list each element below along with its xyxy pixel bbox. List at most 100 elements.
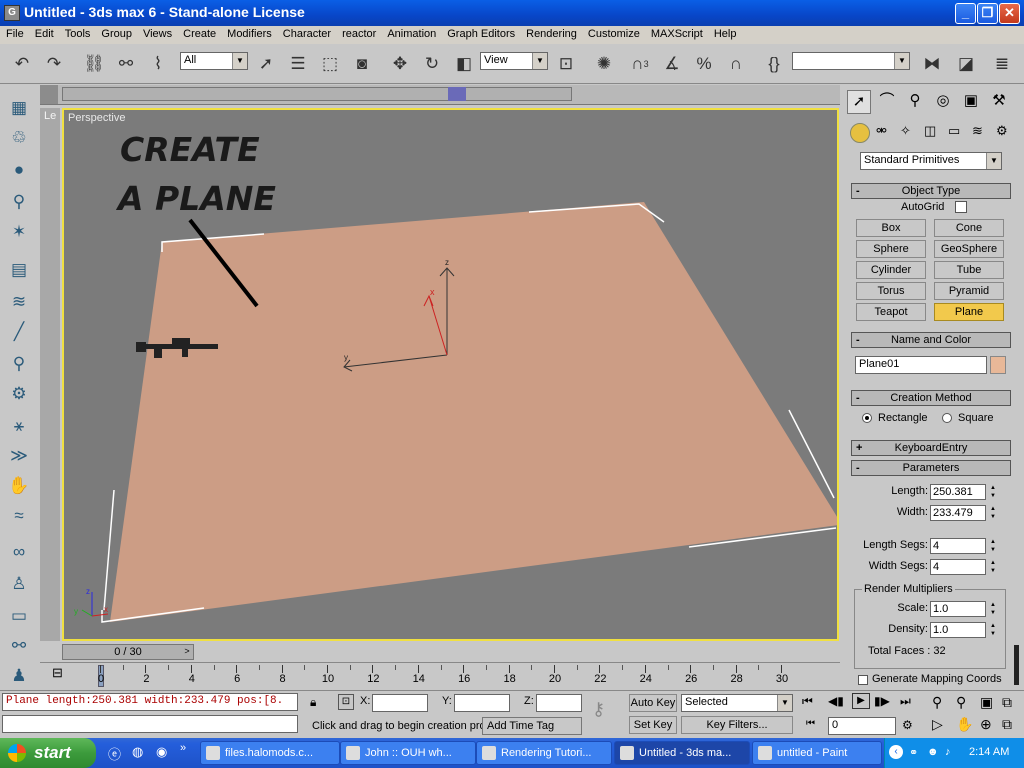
light-tool-icon[interactable]: ⚲ bbox=[6, 190, 32, 214]
start-button[interactable]: start bbox=[0, 738, 96, 768]
ie-quicklaunch-icon[interactable]: ⓔ bbox=[108, 744, 121, 763]
fish-tool-icon[interactable]: ≫ bbox=[6, 444, 32, 468]
angle-snap-icon[interactable]: ∡ bbox=[660, 52, 684, 76]
zoom-all-icon[interactable]: ⚲ bbox=[956, 694, 966, 711]
task-paint[interactable]: untitled - Paint bbox=[752, 741, 882, 765]
select-object-icon[interactable]: ➚ bbox=[254, 52, 278, 76]
track-bar[interactable]: ⊟ 0 2 4 6 8 10 12 14 16 18 20 22 24 26 28 30 bbox=[40, 662, 840, 688]
panel-scrollbar[interactable] bbox=[1014, 645, 1019, 685]
lock-selection-icon[interactable]: 🔒︎ bbox=[310, 695, 316, 710]
modify-tab-icon[interactable]: ⌒ bbox=[875, 90, 899, 114]
z-coord-field[interactable] bbox=[536, 694, 582, 712]
knot-tool-icon[interactable]: ∞ bbox=[6, 540, 32, 564]
width-segs-spinner-arrows[interactable]: ▲ ▼ bbox=[987, 559, 999, 575]
square-radio[interactable] bbox=[942, 413, 952, 423]
go-to-end-icon[interactable]: ⏭ bbox=[900, 694, 911, 709]
viewport-scrub-bar[interactable] bbox=[62, 87, 572, 101]
length-spinner-arrows[interactable]: ▲ ▼ bbox=[987, 484, 999, 500]
helpers-category-icon[interactable]: ▭ bbox=[948, 123, 960, 139]
menu-modifiers[interactable]: Modifiers bbox=[221, 26, 277, 40]
maxscript-input-line[interactable] bbox=[2, 715, 298, 733]
scale-spinner-arrows[interactable]: ▲ ▼ bbox=[987, 601, 999, 617]
creation-method-rollout[interactable]: - Creation Method bbox=[851, 390, 1011, 406]
undo-icon[interactable]: ↶ bbox=[10, 52, 34, 76]
time-slider-thumb[interactable]: 0 / 30 bbox=[62, 644, 194, 660]
task-john-ouh[interactable]: John :: OUH wh... bbox=[340, 741, 476, 765]
previous-frame-icon[interactable]: ◀▮ bbox=[828, 694, 844, 708]
rectangular-selection-icon[interactable]: ⬚ bbox=[318, 52, 342, 76]
next-frame-icon[interactable]: ▮▶ bbox=[874, 694, 890, 708]
box-button[interactable]: Box bbox=[856, 219, 926, 237]
density-spinner-arrows[interactable]: ▲ ▼ bbox=[987, 622, 999, 638]
select-and-move-icon[interactable]: ✥ bbox=[388, 52, 412, 76]
shapes-category-icon[interactable]: ⚮ bbox=[876, 123, 887, 139]
menu-character[interactable]: Character bbox=[277, 26, 336, 40]
viewport-thumb[interactable] bbox=[448, 87, 466, 101]
hierarchy-tab-icon[interactable]: ⚲ bbox=[903, 90, 927, 114]
minimize-button[interactable]: _ bbox=[955, 3, 976, 24]
window-crossing-icon[interactable]: ◙ bbox=[350, 52, 374, 76]
mesh-tool-icon[interactable]: ⚯ bbox=[6, 634, 32, 658]
redo-icon[interactable]: ↷ bbox=[42, 52, 66, 76]
network-tray-icon[interactable]: ⚭ bbox=[909, 746, 918, 759]
volume-tray-icon[interactable]: ♪ bbox=[945, 746, 951, 758]
material-tool-icon[interactable]: ▤ bbox=[6, 258, 32, 282]
menu-help[interactable]: Help bbox=[708, 26, 742, 40]
plane-button[interactable]: Plane bbox=[934, 303, 1004, 321]
torus-button[interactable]: Torus bbox=[856, 282, 926, 300]
menu-maxscript[interactable]: MAXScript bbox=[645, 26, 708, 40]
named-selection-dropdown[interactable]: ▼ bbox=[792, 52, 910, 70]
menu-graph-editors[interactable]: Graph Editors bbox=[441, 26, 520, 40]
time-config-icon[interactable]: ⚙ bbox=[902, 718, 913, 732]
name-and-color-rollout[interactable]: - Name and Color bbox=[851, 332, 1011, 348]
tray-expand-icon[interactable]: ‹ bbox=[889, 745, 903, 759]
current-frame-field[interactable]: 0 bbox=[828, 717, 896, 735]
snap-toggle-icon[interactable]: ∩ 3 bbox=[628, 52, 652, 76]
zoom-extents-all-icon[interactable]: ⧉ bbox=[1002, 694, 1012, 711]
perspective-viewport[interactable]: Perspective z x y CREATE A PLANE z x y bbox=[62, 108, 839, 641]
mirror-icon[interactable]: ⧓ bbox=[920, 52, 944, 76]
pose-tool-icon[interactable]: ♟ bbox=[6, 664, 32, 688]
length-segs-spinner-arrows[interactable]: ▲ ▼ bbox=[987, 538, 999, 554]
gear-icon[interactable]: ⚙ bbox=[6, 382, 32, 406]
cameras-category-icon[interactable]: ◫ bbox=[924, 123, 936, 139]
viewport-slider-strip[interactable] bbox=[40, 85, 840, 105]
menu-create[interactable]: Create bbox=[177, 26, 221, 40]
generate-mapping-checkbox[interactable] bbox=[858, 675, 868, 685]
width-segs-input[interactable]: 4 bbox=[930, 559, 986, 575]
maxscript-listener-line[interactable]: Plane length:250.381 width:233.479 pos:[… bbox=[2, 693, 298, 711]
cylinder-button[interactable]: Cylinder bbox=[856, 261, 926, 279]
spacewarps-category-icon[interactable]: ≋ bbox=[972, 123, 983, 139]
edit-named-selection-icon[interactable]: {} bbox=[762, 52, 786, 76]
autogrid-checkbox[interactable] bbox=[955, 201, 967, 213]
manipulate-icon[interactable]: ✺ bbox=[592, 52, 616, 76]
box-tool-icon[interactable]: ▦ bbox=[6, 96, 32, 120]
width-spinner-arrows[interactable]: ▲ ▼ bbox=[987, 505, 999, 521]
key-mode-icon[interactable]: ⚷ bbox=[592, 699, 605, 720]
media-quicklaunch-icon[interactable]: ◉ bbox=[156, 744, 167, 760]
object-type-rollout[interactable]: - Object Type bbox=[851, 183, 1011, 199]
length-segs-input[interactable]: 4 bbox=[930, 538, 986, 554]
menu-edit[interactable]: Edit bbox=[29, 26, 59, 40]
biped-tool-icon[interactable]: ♙ bbox=[6, 572, 32, 596]
field-of-view-icon[interactable]: ▷ bbox=[932, 716, 943, 733]
geometry-category-icon[interactable] bbox=[850, 123, 870, 143]
arc-rotate-icon[interactable]: ⊕ bbox=[980, 716, 992, 733]
utilities-tab-icon[interactable]: ⚒ bbox=[987, 90, 1011, 114]
lights-category-icon[interactable]: ✧ bbox=[900, 123, 911, 139]
menu-reactor[interactable]: reactor bbox=[336, 26, 381, 40]
align-icon[interactable]: ◪ bbox=[954, 52, 978, 76]
add-time-tag-field[interactable]: Add Time Tag bbox=[482, 717, 582, 735]
wave-tool-icon[interactable]: ≈ bbox=[6, 504, 32, 528]
select-and-link-icon[interactable]: ⛓ bbox=[82, 52, 106, 76]
select-by-name-icon[interactable]: ☰ bbox=[286, 52, 310, 76]
hand-tool-icon[interactable]: ✋ bbox=[6, 474, 32, 498]
layout-corner-icon[interactable] bbox=[40, 85, 58, 104]
firefox-quicklaunch-icon[interactable]: ◍ bbox=[132, 744, 143, 760]
menu-animation[interactable]: Animation bbox=[381, 26, 441, 40]
menu-views[interactable]: Views bbox=[137, 26, 177, 40]
select-and-scale-icon[interactable]: ◧ bbox=[452, 52, 476, 76]
time-slider[interactable]: 0 / 30 > bbox=[40, 644, 840, 662]
unlink-selection-icon[interactable]: ⚯ bbox=[114, 52, 138, 76]
shape-tool-icon[interactable]: ♲ bbox=[6, 126, 32, 150]
